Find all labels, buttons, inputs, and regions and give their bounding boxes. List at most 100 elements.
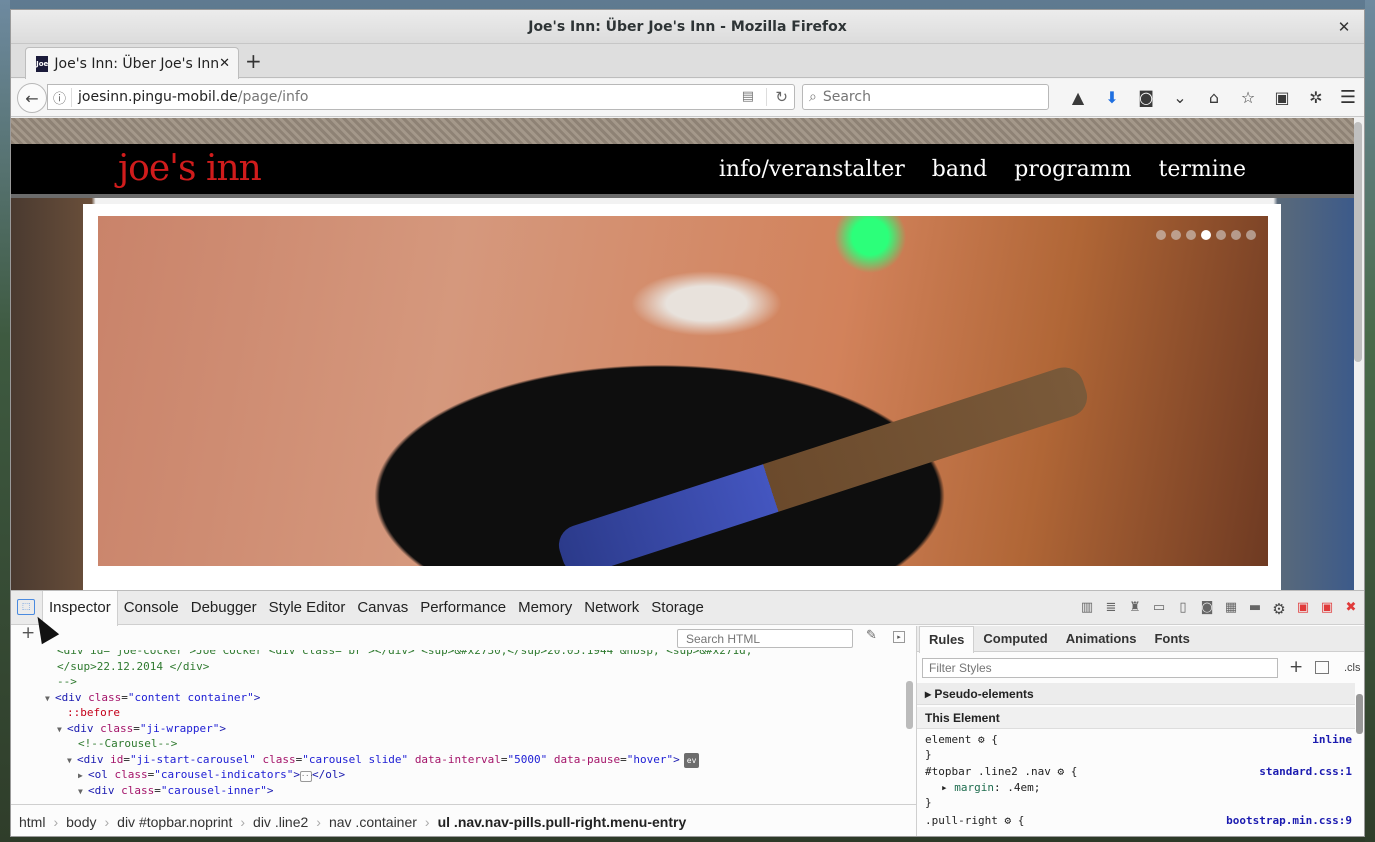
carousel-dot[interactable]: [1186, 230, 1196, 240]
tab-rules[interactable]: Rules: [919, 626, 975, 653]
menu-item-programm[interactable]: programm: [1014, 157, 1131, 182]
tab-console[interactable]: Console: [118, 591, 185, 625]
rule-selector[interactable]: #topbar .line2 .nav ⚙ {: [925, 765, 1077, 778]
code-line[interactable]: ::before: [67, 705, 120, 721]
site-info-icon[interactable]: ⓘ: [48, 87, 72, 107]
split-console-icon[interactable]: ▥: [1080, 600, 1094, 618]
breadcrumb-item[interactable]: div .line2: [249, 814, 325, 830]
code-line[interactable]: ▶ <ol class="carousel-indicators">···</ol…: [78, 767, 345, 784]
code-line[interactable]: </sup>22.12.2014 </div>: [57, 659, 209, 675]
breadcrumb-item[interactable]: div #topbar.noprint: [113, 814, 249, 830]
home-icon[interactable]: ⌂: [1197, 87, 1231, 109]
extension-icon[interactable]: ✲: [1299, 87, 1333, 109]
private-browsing-icon[interactable]: ▲: [1061, 87, 1095, 109]
code-line[interactable]: ▼ <div class="content container">: [45, 690, 260, 707]
pocket-icon[interactable]: ⌄: [1163, 87, 1197, 109]
filter-styles-box[interactable]: [922, 658, 1278, 678]
rule-selector[interactable]: .pull-right ⚙ {: [925, 814, 1024, 827]
hamburger-menu-icon[interactable]: ☰: [1340, 87, 1356, 108]
html-search-input[interactable]: [686, 631, 836, 646]
search-bar[interactable]: ⌕: [802, 84, 1049, 110]
carousel-dot[interactable]: [1171, 230, 1181, 240]
rule-source[interactable]: inline: [1312, 733, 1352, 746]
tab-performance[interactable]: Performance: [414, 591, 512, 625]
tab-canvas[interactable]: Canvas: [351, 591, 414, 625]
tab-debugger[interactable]: Debugger: [185, 591, 263, 625]
menu-item-info[interactable]: info/veranstalter: [719, 157, 905, 182]
tab-style-editor[interactable]: Style Editor: [263, 591, 352, 625]
paintbrush-icon[interactable]: ♜: [1128, 600, 1142, 618]
window-close-icon[interactable]: ✕: [1334, 17, 1354, 37]
breadcrumb-item[interactable]: html: [15, 814, 62, 830]
gear-icon[interactable]: ⚙: [1272, 600, 1286, 618]
tab-animations[interactable]: Animations: [1057, 626, 1146, 651]
tab-label[interactable]: Joe's Inn: Über Joe's Inn: [54, 56, 219, 72]
carousel-dot[interactable]: [1216, 230, 1226, 240]
code-line[interactable]: ▼ <div id="ji-start-carousel" class="caro…: [67, 752, 700, 768]
code-line[interactable]: <div id="joe-cocker">Joe Cocker <div cla…: [57, 650, 752, 659]
tab-fonts[interactable]: Fonts: [1145, 626, 1198, 651]
site-logo[interactable]: joe's inn: [118, 148, 262, 189]
code-line[interactable]: ▼ <div class="ji-wrapper">: [57, 721, 226, 738]
tab-storage[interactable]: Storage: [645, 591, 710, 625]
filter-styles-input[interactable]: [929, 661, 1249, 675]
carousel-dot[interactable]: [1156, 230, 1166, 240]
undock-icon[interactable]: ▣: [1320, 600, 1334, 618]
reader-view-icon[interactable]: ▤: [742, 89, 754, 104]
rules-scrollbar[interactable]: [1356, 694, 1363, 734]
search-input[interactable]: [822, 89, 1023, 105]
rule-selector[interactable]: element ⚙ {: [925, 733, 998, 746]
html-search-box[interactable]: [677, 629, 853, 648]
pseudo-elements-header[interactable]: ▸ Pseudo-elements: [917, 683, 1355, 705]
dock-bottom-icon[interactable]: ▣: [1296, 600, 1310, 618]
browser-tab[interactable]: Joe Joe's Inn: Über Joe's Inn ✕: [25, 47, 239, 79]
devtools-panel: ⬚ Inspector Console Debugger Style Edito…: [11, 590, 1364, 836]
devtools-close-icon[interactable]: ✖: [1344, 600, 1358, 618]
tab-computed[interactable]: Computed: [974, 626, 1056, 651]
rule-source[interactable]: standard.css:1: [1259, 765, 1352, 778]
page-scrollbar[interactable]: [1354, 122, 1362, 362]
screenshot-icon[interactable]: ◙: [1129, 87, 1163, 109]
menu-item-band[interactable]: band: [932, 157, 987, 182]
tab-memory[interactable]: Memory: [512, 591, 578, 625]
carousel-image[interactable]: [98, 216, 1268, 566]
bookmark-star-icon[interactable]: ☆: [1231, 87, 1265, 109]
markup-scrollbar[interactable]: [906, 681, 913, 729]
code-line[interactable]: -->: [57, 674, 77, 690]
breadcrumb-item-current[interactable]: ul .nav.nav-pills.pull-right.menu-entry: [434, 814, 691, 830]
element-picker-icon[interactable]: ⬚: [17, 599, 35, 615]
reading-list-icon[interactable]: ▣: [1265, 87, 1299, 109]
camera-icon[interactable]: ◙: [1200, 600, 1214, 618]
indent-icon[interactable]: ≣: [1104, 600, 1118, 618]
breadcrumb-item[interactable]: nav .container: [325, 814, 434, 830]
toggle-sidebar-icon[interactable]: ▸: [893, 631, 905, 643]
reload-icon[interactable]: ↻: [766, 88, 788, 106]
pseudo-class-toggle-icon[interactable]: [1315, 661, 1329, 674]
scratchpad-icon[interactable]: ▭: [1152, 600, 1166, 618]
add-rule-icon[interactable]: +: [1289, 657, 1303, 677]
ruler-icon[interactable]: ▬: [1248, 600, 1262, 618]
collapsed-content-icon[interactable]: ···: [299, 771, 314, 782]
carousel-dot[interactable]: [1231, 230, 1241, 240]
carousel-dot[interactable]: [1246, 230, 1256, 240]
downloads-icon[interactable]: ⬇: [1095, 87, 1129, 109]
code-line[interactable]: ▼ <div class="carousel-inner">: [78, 783, 273, 800]
eyedropper-icon[interactable]: ✎: [866, 628, 877, 643]
back-button[interactable]: ←: [17, 83, 47, 113]
menu-item-termine[interactable]: termine: [1159, 157, 1246, 182]
url-bar[interactable]: ⓘ joesinn.pingu-mobil.de/page/info ▤ ↻: [47, 84, 795, 110]
carousel-dot-active[interactable]: [1201, 230, 1211, 240]
breadcrumb-item[interactable]: body: [62, 814, 113, 830]
event-badge[interactable]: ev: [683, 752, 700, 768]
tab-inspector[interactable]: Inspector: [42, 591, 118, 626]
tab-close-icon[interactable]: ✕: [219, 56, 230, 71]
tab-network[interactable]: Network: [578, 591, 645, 625]
code-line[interactable]: <!--Carousel-->: [78, 736, 177, 752]
url-path: /page/info: [237, 89, 309, 105]
grid-icon[interactable]: ▦: [1224, 600, 1238, 618]
cls-toggle[interactable]: .cls: [1344, 662, 1361, 674]
responsive-design-icon[interactable]: ▯: [1176, 600, 1190, 618]
new-tab-icon[interactable]: +: [245, 51, 262, 71]
rule-source[interactable]: bootstrap.min.css:9: [1226, 814, 1352, 827]
rule-declaration[interactable]: ▸ margin: .4em;: [941, 781, 1040, 794]
